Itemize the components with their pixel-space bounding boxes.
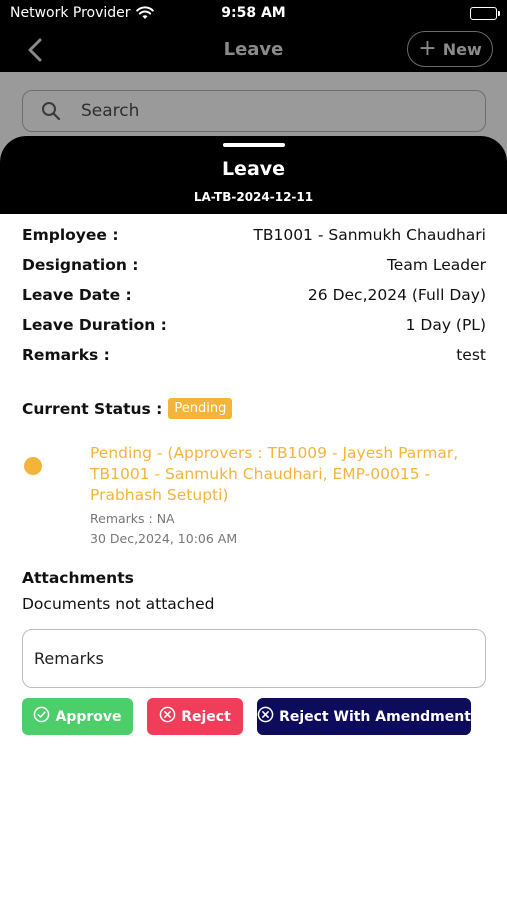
detail-value: 1 Day (PL) [405,316,486,334]
timeline-status-text: Pending - (Approvers : TB1009 - Jayesh P… [90,444,459,504]
attachments-status: Documents not attached [22,595,215,613]
detail-label: Remarks : [22,346,110,364]
approve-button[interactable]: Approve [22,698,133,735]
detail-row-leave-duration: Leave Duration : 1 Day (PL) [22,312,486,338]
battery-icon [470,7,500,20]
detail-value: 26 Dec,2024 (Full Day) [307,286,486,304]
check-circle-icon [33,706,50,727]
new-button-label: New [442,39,482,59]
detail-label: Leave Date : [22,286,132,304]
current-status-label: Current Status : [22,399,163,418]
status-badge: Pending [168,398,233,419]
attachments-heading: Attachments [22,569,134,587]
status-bar: Network Provider 9:58 AM [0,0,507,28]
detail-value: TB1001 - Sanmukh Chaudhari [253,226,486,244]
timeline-dot [24,457,42,475]
timeline-timestamp: 30 Dec,2024, 10:06 AM [90,531,238,546]
sheet-header: Leave LA-TB-2024-12-11 [0,136,507,214]
nav-bar: Leave + New [0,28,507,72]
timeline-remarks: Remarks : NA [90,511,175,526]
plus-icon: + [418,36,437,61]
detail-value: test [456,346,486,364]
sheet-title: Leave [221,158,286,180]
detail-label: Leave Duration : [22,316,167,334]
new-button[interactable]: + New [407,31,493,67]
detail-label: Employee : [22,226,119,244]
x-circle-icon [159,706,176,727]
leave-detail-sheet: Leave LA-TB-2024-12-11 Employee : TB1001… [0,136,507,900]
reject-with-amendment-button[interactable]: Reject With Amendment [257,698,471,735]
reject-button[interactable]: Reject [147,698,243,735]
x-circle-icon [257,706,274,727]
search-icon [41,101,61,125]
detail-row-leave-date: Leave Date : 26 Dec,2024 (Full Day) [22,282,486,308]
detail-label: Designation : [22,256,139,274]
search-bar[interactable]: Search [22,90,486,132]
detail-row-designation: Designation : Team Leader [22,252,486,278]
leave-id: LA-TB-2024-12-11 [193,190,314,204]
detail-row-employee: Employee : TB1001 - Sanmukh Chaudhari [22,222,486,248]
clock: 9:58 AM [221,5,286,21]
search-placeholder: Search [81,101,140,121]
detail-row-remarks: Remarks : test [22,342,486,368]
remarks-input[interactable] [22,629,486,688]
drag-handle[interactable] [223,143,285,147]
approve-button-label: Approve [55,708,122,725]
reject-button-label: Reject [181,708,231,725]
current-status: Current Status : Pending [22,398,233,419]
detail-value: Team Leader [386,256,486,274]
reject-with-amendment-label: Reject With Amendment [279,708,471,725]
